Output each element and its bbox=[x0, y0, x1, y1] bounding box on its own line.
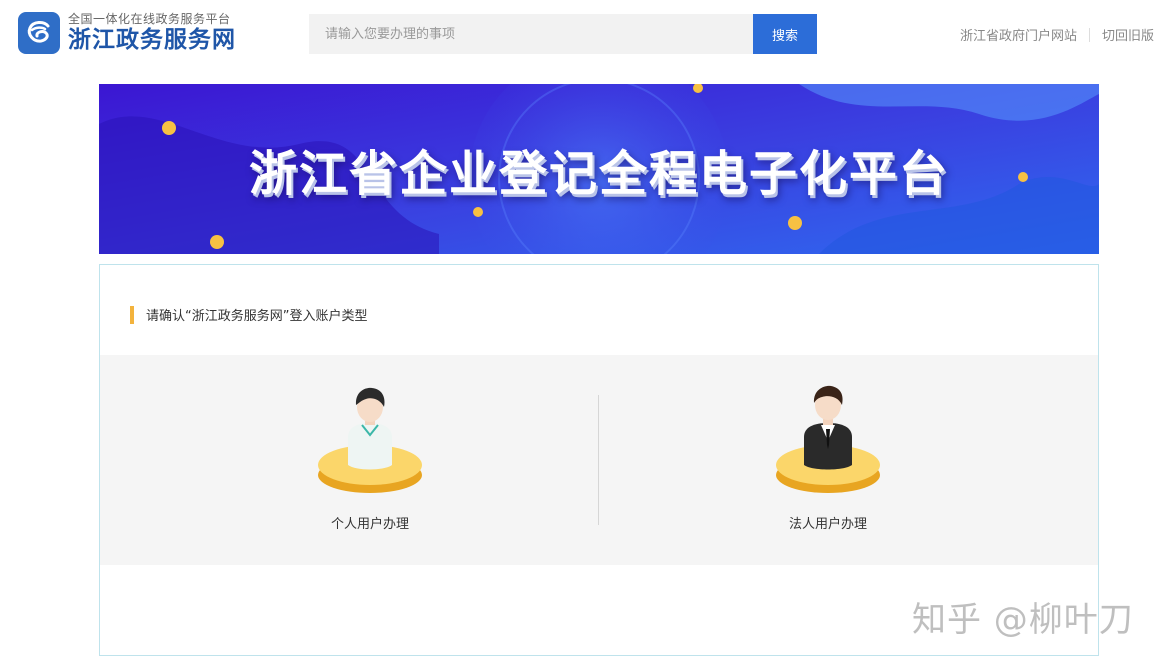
zhejiang-logo-icon bbox=[18, 12, 60, 54]
platform-banner: 浙江省企业登记全程电子化平台 bbox=[99, 84, 1099, 254]
panel-title: 请确认“浙江政务服务网”登入账户类型 bbox=[146, 309, 368, 324]
header: 全国一体化在线政务服务平台 浙江政务服务网 搜索 浙江省政府门户网站 切回旧版 bbox=[0, 0, 1160, 68]
old-version-link[interactable]: 切回旧版 bbox=[1102, 25, 1154, 44]
section-marker bbox=[130, 305, 134, 324]
gov-portal-link[interactable]: 浙江省政府门户网站 bbox=[960, 25, 1077, 44]
link-divider bbox=[1088, 27, 1090, 42]
logo-subtitle: 全国一体化在线政务服务平台 bbox=[68, 12, 231, 26]
legal-user-label: 法人用户办理 bbox=[788, 517, 867, 532]
banner-title: 浙江省企业登记全程电子化平台 bbox=[248, 146, 949, 202]
account-choice-area: 个人用户办理 法人用户办理 bbox=[100, 355, 1098, 565]
site-logo[interactable]: 全国一体化在线政务服务平台 浙江政务服务网 bbox=[18, 12, 236, 54]
search-bar: 搜索 bbox=[309, 14, 817, 54]
top-links: 浙江省政府门户网站 切回旧版 bbox=[960, 25, 1154, 44]
option-divider bbox=[598, 395, 599, 525]
panel-header: 请确认“浙江政务服务网”登入账户类型 bbox=[130, 305, 367, 324]
person-casual-icon bbox=[318, 387, 422, 493]
search-button[interactable]: 搜索 bbox=[753, 14, 817, 54]
watermark: 知乎 @柳叶刀 bbox=[912, 600, 1134, 640]
personal-user-option[interactable]: 个人用户办理 bbox=[290, 379, 450, 539]
person-suit-icon bbox=[776, 385, 880, 493]
legal-user-option[interactable]: 法人用户办理 bbox=[748, 379, 908, 539]
search-input[interactable] bbox=[309, 14, 753, 54]
logo-title: 浙江政务服务网 bbox=[68, 27, 236, 53]
personal-user-label: 个人用户办理 bbox=[330, 517, 409, 532]
